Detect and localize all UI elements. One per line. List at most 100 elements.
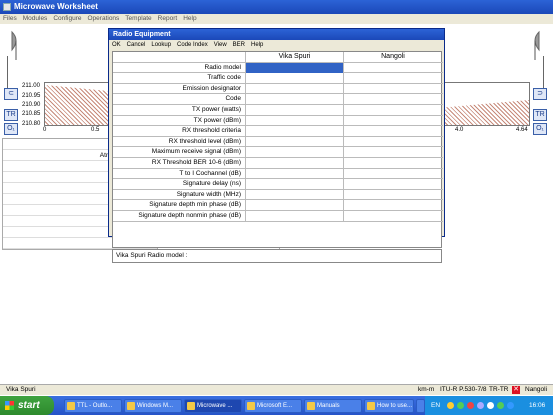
left-tr-button[interactable]: TR <box>4 109 18 121</box>
cell[interactable] <box>344 147 442 158</box>
cell[interactable] <box>344 126 442 137</box>
x-tick: 0 <box>43 127 47 133</box>
status-method: ITU-R P.530-7/8 <box>440 386 487 393</box>
cell[interactable] <box>344 105 442 116</box>
menu-configure[interactable]: Configure <box>50 14 84 24</box>
menu-operations[interactable]: Operations <box>85 14 123 24</box>
y-tick: 211.00 <box>22 83 40 89</box>
close-icon[interactable]: ✕ <box>512 386 520 394</box>
left-o-button[interactable]: O₁ <box>4 123 18 135</box>
menu-report[interactable]: Report <box>155 14 181 24</box>
row-label: RX threshold level (dBm) <box>113 136 246 148</box>
cell[interactable] <box>246 105 344 116</box>
cell[interactable] <box>246 115 344 127</box>
tray-icon[interactable] <box>487 402 494 409</box>
cell[interactable] <box>246 189 344 201</box>
cell[interactable] <box>246 94 344 105</box>
dialog-menu-view[interactable]: View <box>211 40 230 50</box>
cell[interactable] <box>344 116 442 127</box>
taskbar-manuals[interactable]: Manuals <box>304 399 362 413</box>
taskbar-windows-media[interactable]: Windows M... <box>124 399 182 413</box>
language-indicator[interactable]: EN <box>431 396 440 415</box>
row-label: RX Threshold BER 10-6 (dBm) <box>113 158 246 169</box>
dialog-menu-ber[interactable]: BER <box>230 40 248 50</box>
cell[interactable] <box>344 63 442 74</box>
left-antenna-button[interactable]: ⊂ <box>4 88 18 100</box>
x-tick: 0.5 <box>91 127 100 133</box>
cell[interactable] <box>246 168 344 180</box>
cell[interactable] <box>344 200 442 211</box>
menu-files[interactable]: Files <box>0 14 20 24</box>
right-tr-button[interactable]: TR <box>533 109 547 121</box>
taskbar-microwave[interactable]: Microwave ... <box>184 399 242 413</box>
menu-bar: Files Modules Configure Operations Template R… <box>0 14 553 24</box>
tray-icon[interactable] <box>477 402 484 409</box>
windows-logo-icon <box>5 401 14 410</box>
tray-icon[interactable] <box>467 402 474 409</box>
right-antenna-button[interactable]: ⊃ <box>533 88 547 100</box>
tray-icon[interactable] <box>497 402 504 409</box>
y-tick: 210.90 <box>22 102 41 108</box>
taskbar-how-to-use[interactable]: How to use... <box>364 399 414 413</box>
grid-row: Signature depth nonmin phase (dB) <box>113 211 443 222</box>
cell[interactable] <box>246 179 344 190</box>
menu-help[interactable]: Help <box>180 14 199 24</box>
dialog-menu-code-index[interactable]: Code Index <box>174 40 211 50</box>
menu-template[interactable]: Template <box>122 14 154 24</box>
grid-row: TX power (watts) <box>113 105 443 116</box>
tray-icon[interactable] <box>447 402 454 409</box>
status-units: km-m <box>418 386 435 393</box>
folder-icon <box>307 402 315 410</box>
cell[interactable] <box>344 158 442 169</box>
cell[interactable] <box>246 126 344 137</box>
cell[interactable] <box>344 211 442 222</box>
cell[interactable] <box>344 94 442 105</box>
grid-row: Code <box>113 94 443 105</box>
grid-row: Traffic code <box>113 73 443 84</box>
right-o-button[interactable]: O₁ <box>533 123 547 135</box>
x-tick: 4.64 <box>516 127 528 133</box>
grid-header-row: Vika Spuri Nangoli <box>113 52 443 63</box>
cell[interactable] <box>344 169 442 180</box>
row-label: Code <box>113 94 246 105</box>
row-label: TX power (watts) <box>113 105 246 116</box>
cell[interactable] <box>246 200 344 211</box>
dialog-menu-help[interactable]: Help <box>248 40 266 50</box>
cell[interactable] <box>246 136 344 148</box>
cell-selected[interactable] <box>246 62 344 74</box>
terrain-left <box>45 85 108 125</box>
taskbar-outlook[interactable]: TTL - Outlo... <box>64 399 122 413</box>
tray-icon[interactable] <box>507 402 514 409</box>
cell[interactable] <box>246 147 344 158</box>
cell[interactable] <box>246 211 344 222</box>
dialog-menu-ok[interactable]: OK <box>109 40 124 50</box>
left-mast <box>7 56 17 92</box>
cell[interactable] <box>246 73 344 84</box>
microwave-icon <box>187 402 195 410</box>
clock[interactable]: 16:06 <box>529 396 545 415</box>
dialog-title-bar: Radio Equipment <box>109 29 444 40</box>
cell[interactable] <box>344 190 442 201</box>
dialog-menu-cancel[interactable]: Cancel <box>124 40 149 50</box>
taskbar-windows-group[interactable] <box>416 399 425 413</box>
status-right-site: Nangoli <box>525 386 548 393</box>
dialog-title: Radio Equipment <box>113 31 171 38</box>
radio-equipment-grid: Vika Spuri Nangoli Radio model Traffic c… <box>112 51 443 248</box>
row-label: Signature depth min phase (dB) <box>113 200 246 211</box>
dialog-menu-lookup[interactable]: Lookup <box>148 40 174 50</box>
grid-row: Signature delay (ns) <box>113 179 443 190</box>
menu-modules[interactable]: Modules <box>20 14 51 24</box>
tray-icon[interactable] <box>457 402 464 409</box>
row-label: RX threshold criteria <box>113 126 246 137</box>
cell[interactable] <box>246 83 344 95</box>
cell[interactable] <box>344 137 442 148</box>
row-label: TX power (dBm) <box>113 115 246 127</box>
status-tr: TR-TR <box>489 386 509 393</box>
cell[interactable] <box>246 158 344 169</box>
taskbar-excel[interactable]: Microsoft E... <box>244 399 302 413</box>
cell[interactable] <box>344 179 442 190</box>
cell[interactable] <box>344 84 442 95</box>
start-button[interactable]: start <box>0 396 54 415</box>
cell[interactable] <box>344 73 442 84</box>
column-header-nangoli: Nangoli <box>381 53 405 60</box>
